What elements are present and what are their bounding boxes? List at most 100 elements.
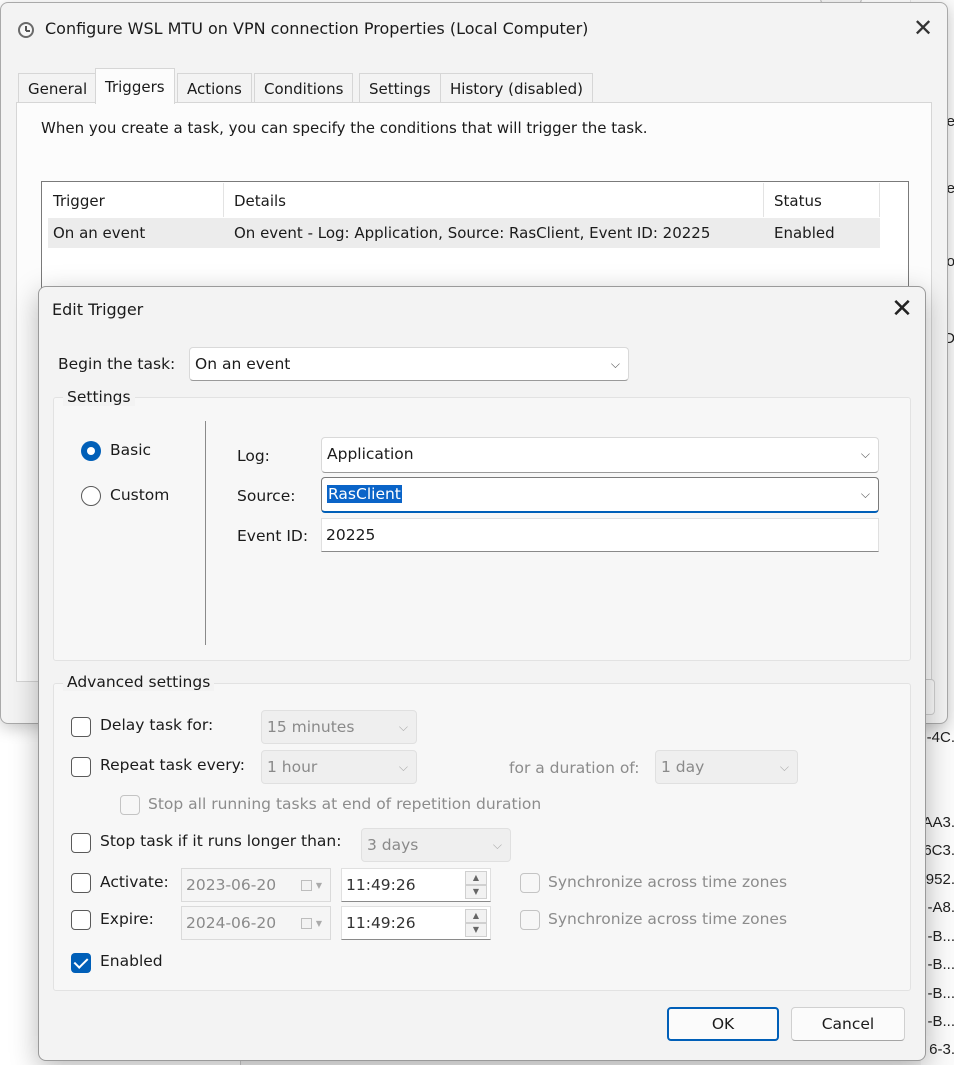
activate-sync-checkbox[interactable] [520, 873, 540, 893]
bg-fragment: 6C3. [923, 842, 954, 859]
chevron-down-icon: ▼ [315, 919, 322, 928]
begin-task-select[interactable]: On an event ⌵ [189, 347, 629, 381]
stop-all-label[interactable]: Stop all running tasks at end of repetit… [148, 795, 541, 813]
bg-fragment: -B... [927, 956, 954, 973]
column-header-details[interactable]: Details [224, 183, 764, 217]
stop-longer-value: 3 days [367, 836, 419, 854]
expire-time-field[interactable]: 11:49:26 ▲ ▼ [341, 906, 491, 940]
calendar-icon[interactable] [301, 918, 312, 929]
activate-label[interactable]: Activate: [100, 873, 169, 891]
custom-label[interactable]: Custom [110, 486, 169, 504]
bg-fragment: 952. [925, 871, 954, 888]
spin-down-icon[interactable]: ▼ [465, 885, 487, 899]
activate-time-value: 11:49:26 [346, 876, 416, 894]
delay-select[interactable]: 15 minutes ⌵ [261, 710, 417, 744]
expire-sync-label[interactable]: Synchronize across time zones [548, 910, 787, 928]
ok-button[interactable]: OK [667, 1007, 779, 1041]
cancel-button[interactable]: Cancel [791, 1007, 905, 1041]
source-label: Source: [237, 487, 296, 505]
tab-actions[interactable]: Actions [177, 73, 252, 103]
source-select[interactable]: RasClient ⌵ [321, 477, 879, 513]
enabled-label[interactable]: Enabled [100, 952, 163, 970]
duration-value: 1 day [661, 758, 705, 776]
expire-date-field[interactable]: 2024-06-20 ▼ [181, 906, 331, 940]
chevron-down-icon: ⌵ [492, 838, 502, 852]
advanced-settings-label: Advanced settings [63, 673, 215, 691]
custom-radio[interactable] [81, 486, 101, 506]
status-cell: Enabled [774, 224, 835, 242]
activate-checkbox[interactable] [71, 873, 91, 893]
bg-fragment: -4C. [926, 729, 954, 746]
bg-fragment: 6-3. [929, 1041, 954, 1058]
settings-divider [205, 421, 206, 645]
settings-group-label: Settings [63, 388, 135, 406]
begin-task-label: Begin the task: [58, 355, 176, 373]
chevron-down-icon: ▼ [315, 881, 322, 890]
spin-down-icon[interactable]: ▼ [465, 923, 487, 937]
chevron-down-icon: ⌵ [610, 357, 620, 371]
source-value-selected[interactable]: RasClient [327, 485, 402, 503]
chevron-down-icon: ⌵ [860, 447, 870, 461]
stop-longer-checkbox[interactable] [71, 833, 91, 853]
basic-label[interactable]: Basic [110, 441, 151, 459]
edit-trigger-dialog: Edit Trigger ✕ Begin the task: On an eve… [38, 286, 926, 1061]
calendar-icon[interactable] [301, 880, 312, 891]
tab-conditions[interactable]: Conditions [254, 73, 354, 103]
tab-general[interactable]: General [18, 73, 98, 103]
task-clock-icon [18, 22, 34, 38]
stop-longer-select[interactable]: 3 days ⌵ [361, 828, 511, 862]
log-value: Application [327, 445, 414, 463]
triggers-table[interactable]: Trigger Details Status On an event On ev… [41, 181, 909, 301]
trigger-cell: On an event [53, 224, 146, 242]
expire-sync-checkbox[interactable] [520, 910, 540, 930]
activate-sync-label[interactable]: Synchronize across time zones [548, 873, 787, 891]
chevron-down-icon: ⌵ [860, 487, 870, 501]
tab-history[interactable]: History (disabled) [440, 73, 593, 103]
spin-up-icon[interactable]: ▲ [465, 909, 487, 923]
bg-fragment: -B... [927, 985, 954, 1002]
tab-triggers[interactable]: Triggers [95, 68, 175, 104]
stop-all-checkbox[interactable] [120, 795, 140, 815]
bg-fragment: -B... [927, 928, 954, 945]
close-icon[interactable]: ✕ [887, 295, 917, 325]
expire-time-value: 11:49:26 [346, 914, 416, 932]
column-header-status[interactable]: Status [764, 183, 880, 217]
chevron-down-icon: ⌵ [398, 760, 408, 774]
log-select[interactable]: Application ⌵ [321, 437, 879, 473]
stop-longer-label[interactable]: Stop task if it runs longer than: [100, 832, 341, 850]
begin-task-value: On an event [195, 355, 291, 373]
close-icon[interactable]: ✕ [909, 15, 937, 43]
tab-settings[interactable]: Settings [359, 73, 441, 103]
bg-fragment: AA3. [922, 814, 954, 831]
spin-up-icon[interactable]: ▲ [465, 871, 487, 885]
bg-fragment: -A8. [927, 899, 954, 916]
dialog-title: Edit Trigger [52, 300, 144, 319]
properties-window-title: Configure WSL MTU on VPN connection Prop… [45, 19, 589, 38]
repeat-select[interactable]: 1 hour ⌵ [261, 750, 417, 784]
chevron-down-icon: ⌵ [779, 760, 789, 774]
activate-date-field[interactable]: 2023-06-20 ▼ [181, 868, 331, 902]
repeat-value: 1 hour [267, 758, 318, 776]
column-header-trigger[interactable]: Trigger [43, 183, 224, 217]
duration-select[interactable]: 1 day ⌵ [655, 750, 798, 784]
expire-date-value: 2024-06-20 [186, 914, 277, 932]
repeat-checkbox[interactable] [71, 757, 91, 777]
repeat-label[interactable]: Repeat task every: [100, 756, 245, 774]
bg-fragment: -B... [927, 1013, 954, 1030]
triggers-description: When you create a task, you can specify … [41, 119, 648, 137]
log-label: Log: [237, 447, 270, 465]
event-id-label: Event ID: [237, 527, 309, 545]
event-id-input[interactable]: 20225 [321, 518, 879, 552]
enabled-checkbox[interactable] [71, 953, 91, 973]
activate-date-value: 2023-06-20 [186, 876, 277, 894]
basic-radio[interactable] [81, 441, 101, 461]
delay-checkbox[interactable] [71, 717, 91, 737]
delay-label[interactable]: Delay task for: [100, 716, 213, 734]
duration-label: for a duration of: [509, 759, 640, 777]
chevron-down-icon: ⌵ [398, 720, 408, 734]
delay-value: 15 minutes [267, 718, 355, 736]
expire-checkbox[interactable] [71, 910, 91, 930]
expire-label[interactable]: Expire: [100, 910, 154, 928]
activate-time-field[interactable]: 11:49:26 ▲ ▼ [341, 868, 491, 902]
details-cell: On event - Log: Application, Source: Ras… [234, 224, 711, 242]
